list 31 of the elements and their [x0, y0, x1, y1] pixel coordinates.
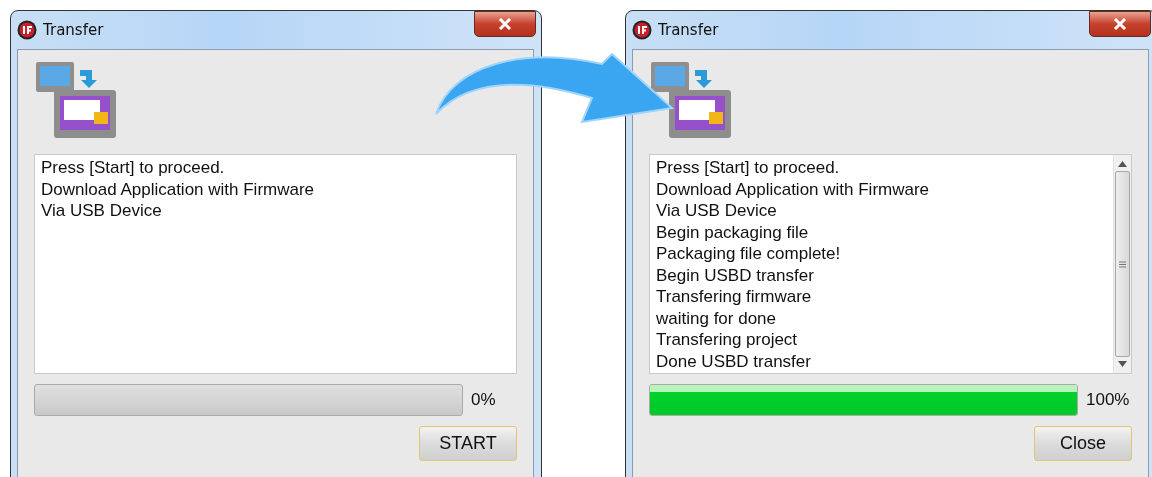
- log-line: Press [Start] to proceed.: [41, 157, 226, 179]
- log-line: Press [Start] to proceed.: [656, 157, 841, 179]
- window-title: Transfer: [43, 21, 104, 39]
- monitor-transfer-icon: [34, 60, 118, 140]
- grip-icon: [1119, 260, 1126, 268]
- progress-percent: 100%: [1086, 390, 1131, 410]
- app-logo-icon: [632, 20, 652, 40]
- log-line: Via USB Device: [41, 200, 163, 222]
- log-line: Via USB Device: [656, 200, 778, 222]
- close-button[interactable]: [474, 11, 536, 37]
- log-line: Begin packaging file: [656, 221, 810, 243]
- log-line: Packaging file complete!: [656, 243, 842, 265]
- progress-percent: 0%: [471, 390, 497, 410]
- log-line: Transfering firmware: [656, 286, 813, 308]
- log-line: waiting for done: [656, 307, 778, 329]
- action-button[interactable]: Close: [1034, 426, 1132, 461]
- log-line: Done USBD transfer: [656, 350, 812, 372]
- action-button[interactable]: START: [419, 426, 517, 461]
- scroll-up-icon[interactable]: [1118, 161, 1127, 167]
- log-line: Begin USBD transfer: [656, 264, 815, 286]
- scroll-down-icon[interactable]: [1118, 361, 1127, 367]
- log-line: Transfering project: [656, 329, 799, 351]
- scrollbar[interactable]: [1113, 155, 1131, 373]
- close-button[interactable]: [1089, 11, 1151, 37]
- close-icon: [1113, 18, 1127, 30]
- monitor-transfer-icon: [649, 60, 733, 140]
- log-line: Download Application with Firmware: [656, 178, 931, 200]
- log-line: Download Application with Firmware: [41, 178, 316, 200]
- close-icon: [498, 18, 512, 30]
- window-title: Transfer: [658, 21, 719, 39]
- app-logo-icon: [17, 20, 37, 40]
